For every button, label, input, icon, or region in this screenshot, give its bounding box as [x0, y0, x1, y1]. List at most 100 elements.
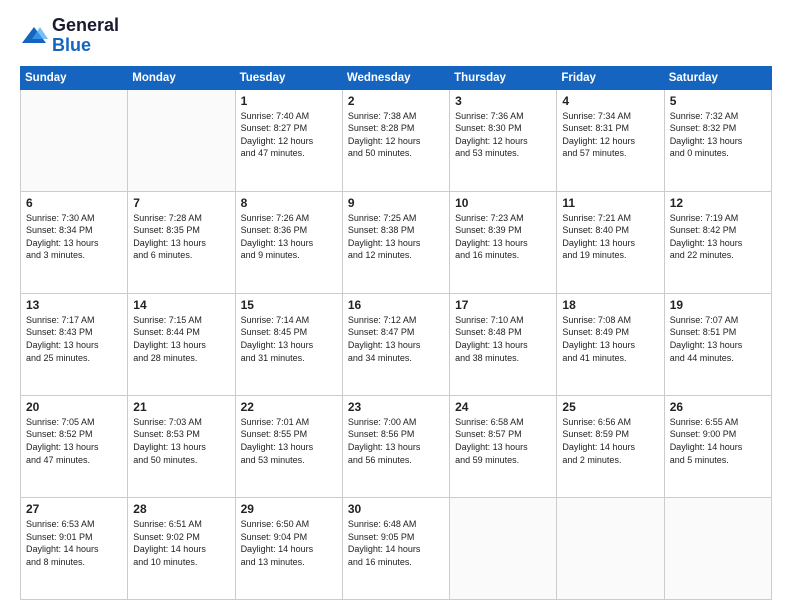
day-number: 16: [348, 298, 444, 312]
day-cell: 2 Sunrise: 7:38 AM Sunset: 8:28 PM Daylig…: [342, 89, 449, 191]
day-header-thursday: Thursday: [450, 66, 557, 89]
day-cell: 20 Sunrise: 7:05 AM Sunset: 8:52 PM Dayli…: [21, 395, 128, 497]
day-info: Sunrise: 7:14 AM Sunset: 8:45 PM Dayligh…: [241, 314, 337, 364]
day-info: Sunrise: 7:26 AM Sunset: 8:36 PM Dayligh…: [241, 212, 337, 262]
day-cell: 14 Sunrise: 7:15 AM Sunset: 8:44 PM Dayli…: [128, 293, 235, 395]
day-number: 22: [241, 400, 337, 414]
day-cell: 21Sunrise: 7:03 AM Sunset: 8:53 PM Dayli…: [128, 395, 235, 497]
day-number: 7: [133, 196, 229, 210]
day-info: Sunrise: 7:28 AM Sunset: 8:35 PM Dayligh…: [133, 212, 229, 262]
day-info: Sunrise: 7:38 AM Sunset: 8:28 PM Dayligh…: [348, 110, 444, 160]
week-row-3: 13 Sunrise: 7:17 AM Sunset: 8:43 PM Dayli…: [21, 293, 772, 395]
day-cell: 5 Sunrise: 7:32 AM Sunset: 8:32 PM Daylig…: [664, 89, 771, 191]
week-row-5: 27 Sunrise: 6:53 AM Sunset: 9:01 PM Dayli…: [21, 497, 772, 599]
day-info: Sunrise: 7:15 AM Sunset: 8:44 PM Dayligh…: [133, 314, 229, 364]
calendar-table: SundayMondayTuesdayWednesdayThursdayFrid…: [20, 66, 772, 600]
day-cell: 27 Sunrise: 6:53 AM Sunset: 9:01 PM Dayli…: [21, 497, 128, 599]
day-cell: 8Sunrise: 7:26 AM Sunset: 8:36 PM Daylig…: [235, 191, 342, 293]
day-number: 20: [26, 400, 122, 414]
day-cell: 16 Sunrise: 7:12 AM Sunset: 8:47 PM Dayli…: [342, 293, 449, 395]
day-cell: [664, 497, 771, 599]
day-cell: 3 Sunrise: 7:36 AM Sunset: 8:30 PM Daylig…: [450, 89, 557, 191]
day-number: 3: [455, 94, 551, 108]
day-number: 26: [670, 400, 766, 414]
day-info: Sunrise: 7:08 AM Sunset: 8:49 PM Dayligh…: [562, 314, 658, 364]
day-number: 2: [348, 94, 444, 108]
calendar-header-row: SundayMondayTuesdayWednesdayThursdayFrid…: [21, 66, 772, 89]
day-cell: 24 Sunrise: 6:58 AM Sunset: 8:57 PM Dayli…: [450, 395, 557, 497]
day-cell: 30 Sunrise: 6:48 AM Sunset: 9:05 PM Dayli…: [342, 497, 449, 599]
day-cell: 18 Sunrise: 7:08 AM Sunset: 8:49 PM Dayli…: [557, 293, 664, 395]
day-header-wednesday: Wednesday: [342, 66, 449, 89]
day-info: Sunrise: 6:51 AM Sunset: 9:02 PM Dayligh…: [133, 518, 229, 568]
day-cell: 17 Sunrise: 7:10 AM Sunset: 8:48 PM Dayli…: [450, 293, 557, 395]
day-cell: 19Sunrise: 7:07 AM Sunset: 8:51 PM Dayli…: [664, 293, 771, 395]
day-info: Sunrise: 7:10 AM Sunset: 8:48 PM Dayligh…: [455, 314, 551, 364]
day-info: Sunrise: 7:05 AM Sunset: 8:52 PM Dayligh…: [26, 416, 122, 466]
day-number: 9: [348, 196, 444, 210]
day-info: Sunrise: 7:40 AM Sunset: 8:27 PM Dayligh…: [241, 110, 337, 160]
logo-icon: [20, 25, 48, 47]
day-number: 1: [241, 94, 337, 108]
day-number: 25: [562, 400, 658, 414]
day-number: 21: [133, 400, 229, 414]
day-cell: 7 Sunrise: 7:28 AM Sunset: 8:35 PM Daylig…: [128, 191, 235, 293]
day-number: 18: [562, 298, 658, 312]
logo-line1: General: [52, 16, 119, 36]
day-cell: 10 Sunrise: 7:23 AM Sunset: 8:39 PM Dayli…: [450, 191, 557, 293]
day-info: Sunrise: 6:48 AM Sunset: 9:05 PM Dayligh…: [348, 518, 444, 568]
day-number: 15: [241, 298, 337, 312]
day-cell: 26Sunrise: 6:55 AM Sunset: 9:00 PM Dayli…: [664, 395, 771, 497]
day-cell: 29 Sunrise: 6:50 AM Sunset: 9:04 PM Dayli…: [235, 497, 342, 599]
day-number: 12: [670, 196, 766, 210]
day-cell: 13 Sunrise: 7:17 AM Sunset: 8:43 PM Dayli…: [21, 293, 128, 395]
day-info: Sunrise: 7:01 AM Sunset: 8:55 PM Dayligh…: [241, 416, 337, 466]
day-info: Sunrise: 7:23 AM Sunset: 8:39 PM Dayligh…: [455, 212, 551, 262]
day-header-tuesday: Tuesday: [235, 66, 342, 89]
day-info: Sunrise: 7:32 AM Sunset: 8:32 PM Dayligh…: [670, 110, 766, 160]
day-info: Sunrise: 6:56 AM Sunset: 8:59 PM Dayligh…: [562, 416, 658, 466]
day-number: 27: [26, 502, 122, 516]
day-number: 23: [348, 400, 444, 414]
day-number: 24: [455, 400, 551, 414]
day-cell: 15 Sunrise: 7:14 AM Sunset: 8:45 PM Dayli…: [235, 293, 342, 395]
day-number: 28: [133, 502, 229, 516]
week-row-1: 1 Sunrise: 7:40 AM Sunset: 8:27 PM Daylig…: [21, 89, 772, 191]
day-cell: 11 Sunrise: 7:21 AM Sunset: 8:40 PM Dayli…: [557, 191, 664, 293]
day-cell: 22 Sunrise: 7:01 AM Sunset: 8:55 PM Dayli…: [235, 395, 342, 497]
day-cell: 1 Sunrise: 7:40 AM Sunset: 8:27 PM Daylig…: [235, 89, 342, 191]
day-cell: [450, 497, 557, 599]
day-info: Sunrise: 7:30 AM Sunset: 8:34 PM Dayligh…: [26, 212, 122, 262]
day-info: Sunrise: 7:00 AM Sunset: 8:56 PM Dayligh…: [348, 416, 444, 466]
day-info: Sunrise: 7:12 AM Sunset: 8:47 PM Dayligh…: [348, 314, 444, 364]
day-cell: 23 Sunrise: 7:00 AM Sunset: 8:56 PM Dayli…: [342, 395, 449, 497]
day-cell: 25 Sunrise: 6:56 AM Sunset: 8:59 PM Dayli…: [557, 395, 664, 497]
day-info: Sunrise: 7:21 AM Sunset: 8:40 PM Dayligh…: [562, 212, 658, 262]
day-number: 11: [562, 196, 658, 210]
day-number: 13: [26, 298, 122, 312]
day-number: 14: [133, 298, 229, 312]
day-header-monday: Monday: [128, 66, 235, 89]
page: General Blue SundayMondayTuesdayWednesda…: [0, 0, 792, 612]
week-row-4: 20 Sunrise: 7:05 AM Sunset: 8:52 PM Dayli…: [21, 395, 772, 497]
day-number: 29: [241, 502, 337, 516]
day-cell: 9 Sunrise: 7:25 AM Sunset: 8:38 PM Daylig…: [342, 191, 449, 293]
day-number: 5: [670, 94, 766, 108]
day-info: Sunrise: 6:58 AM Sunset: 8:57 PM Dayligh…: [455, 416, 551, 466]
day-info: Sunrise: 7:36 AM Sunset: 8:30 PM Dayligh…: [455, 110, 551, 160]
day-cell: 4Sunrise: 7:34 AM Sunset: 8:31 PM Daylig…: [557, 89, 664, 191]
day-header-sunday: Sunday: [21, 66, 128, 89]
day-info: Sunrise: 7:17 AM Sunset: 8:43 PM Dayligh…: [26, 314, 122, 364]
day-cell: 12Sunrise: 7:19 AM Sunset: 8:42 PM Dayli…: [664, 191, 771, 293]
day-info: Sunrise: 6:50 AM Sunset: 9:04 PM Dayligh…: [241, 518, 337, 568]
logo: General Blue: [20, 16, 119, 56]
day-info: Sunrise: 6:53 AM Sunset: 9:01 PM Dayligh…: [26, 518, 122, 568]
day-info: Sunrise: 7:25 AM Sunset: 8:38 PM Dayligh…: [348, 212, 444, 262]
day-cell: 28 Sunrise: 6:51 AM Sunset: 9:02 PM Dayli…: [128, 497, 235, 599]
day-info: Sunrise: 7:07 AM Sunset: 8:51 PM Dayligh…: [670, 314, 766, 364]
day-number: 30: [348, 502, 444, 516]
day-cell: [21, 89, 128, 191]
day-number: 17: [455, 298, 551, 312]
day-number: 10: [455, 196, 551, 210]
day-number: 6: [26, 196, 122, 210]
